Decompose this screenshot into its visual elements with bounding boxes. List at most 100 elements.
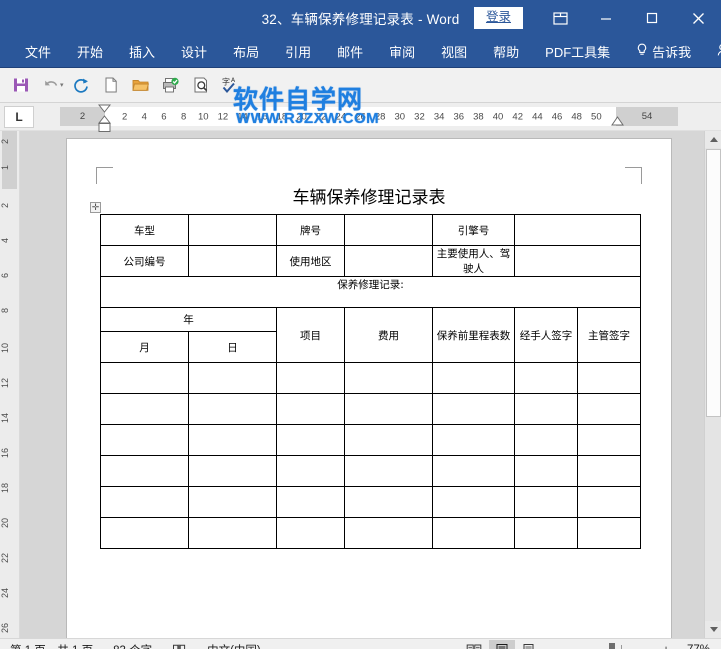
cell-day[interactable] [188, 393, 277, 425]
cell-company-no-label[interactable]: 公司编号 [100, 245, 189, 277]
cell-day[interactable] [188, 517, 277, 549]
menu-item-review[interactable]: 审阅 [376, 38, 428, 65]
cell-engine-no-label[interactable]: 引擎号 [432, 214, 515, 246]
cell-month[interactable] [100, 424, 189, 456]
cell-handler[interactable] [514, 393, 578, 425]
ribbon-display-options-icon[interactable] [537, 0, 583, 36]
menu-item-design[interactable]: 设计 [168, 38, 220, 65]
close-icon[interactable] [675, 0, 721, 36]
menu-item-layout[interactable]: 布局 [220, 38, 272, 65]
right-indent-marker[interactable] [611, 116, 624, 129]
cell-handler[interactable] [514, 455, 578, 487]
cell-vehicle-type-label[interactable]: 车型 [100, 214, 189, 246]
cell-month[interactable] [100, 362, 189, 394]
cell-mileage[interactable] [432, 393, 515, 425]
share-button[interactable]: 共享 [704, 38, 721, 65]
left-indent-marker[interactable] [98, 123, 111, 135]
cell-day[interactable] [188, 486, 277, 518]
table-row[interactable] [100, 486, 641, 518]
document-canvas[interactable]: 车辆保养修理记录表 ✛ 车型 牌号 引擎号 公司编号 使用地区 主要使用人、驾驶… [20, 131, 721, 638]
horizontal-ruler[interactable]: 2 2 4 6 8 10 12 14 16 18 20 22 24 26 28 30 32 34 36 38 40 42… [60, 104, 678, 132]
table-row[interactable]: 公司编号 使用地区 主要使用人、驾驶人 [100, 245, 641, 277]
cell-month[interactable] [100, 455, 189, 487]
proofing-icon[interactable] [162, 643, 197, 649]
cell-company-no-value[interactable] [188, 245, 277, 277]
open-folder-icon[interactable] [126, 71, 156, 99]
cell-cost[interactable] [344, 517, 433, 549]
cell-supervisor[interactable] [577, 362, 641, 394]
cell-supervisor[interactable] [577, 455, 641, 487]
cell-handler[interactable] [514, 486, 578, 518]
table-row[interactable]: 保养修理记录: [100, 276, 641, 308]
cell-cost[interactable] [344, 455, 433, 487]
menu-item-file[interactable]: 文件 [12, 38, 64, 65]
cell-handler[interactable] [514, 424, 578, 456]
zoom-slider[interactable]: − + [551, 642, 673, 649]
cell-item[interactable] [276, 424, 345, 456]
cell-item[interactable] [276, 393, 345, 425]
cell-item[interactable] [276, 455, 345, 487]
cell-region-label[interactable]: 使用地区 [276, 245, 345, 277]
maximize-icon[interactable] [629, 0, 675, 36]
menu-item-insert[interactable]: 插入 [116, 38, 168, 65]
web-layout-icon[interactable] [517, 640, 543, 649]
cell-cost[interactable] [344, 486, 433, 518]
vehicle-record-table[interactable]: 车型 牌号 引擎号 公司编号 使用地区 主要使用人、驾驶人 保养修理记录: 年 … [100, 214, 641, 549]
menu-item-help[interactable]: 帮助 [480, 38, 532, 65]
table-row-header[interactable]: 年 项目 费用 保养前里程表数 经手人签字 主管签字 [100, 307, 641, 363]
cell-item[interactable] [276, 517, 345, 549]
cell-supervisor[interactable] [577, 517, 641, 549]
zoom-level[interactable]: 77% [681, 644, 713, 649]
cell-plate-no-value[interactable] [344, 214, 433, 246]
spelling-check-icon[interactable]: 字A [216, 71, 246, 99]
cell-mileage[interactable] [432, 362, 515, 394]
sign-in-button[interactable]: 登录 [473, 7, 523, 29]
menu-item-pdf-tools[interactable]: PDF工具集 [532, 38, 623, 65]
new-document-icon[interactable] [96, 71, 126, 99]
table-row[interactable] [100, 393, 641, 425]
language-indicator[interactable]: 中文(中国) [197, 642, 271, 649]
menu-item-references[interactable]: 引用 [272, 38, 324, 65]
document-page[interactable]: 车辆保养修理记录表 ✛ 车型 牌号 引擎号 公司编号 使用地区 主要使用人、驾驶… [66, 138, 672, 638]
word-count[interactable]: 83 个字 [103, 642, 162, 649]
cell-cost[interactable] [344, 424, 433, 456]
redo-icon[interactable] [66, 71, 96, 99]
cell-main-user-label[interactable]: 主要使用人、驾驶人 [432, 245, 515, 277]
table-row[interactable] [100, 362, 641, 394]
table-row[interactable] [100, 517, 641, 549]
cell-day[interactable] [188, 424, 277, 456]
vertical-scrollbar[interactable] [704, 131, 721, 638]
cell-maintenance-notes[interactable]: 保养修理记录: [100, 276, 641, 308]
minimize-icon[interactable] [583, 0, 629, 36]
cell-cost[interactable] [344, 393, 433, 425]
scrollbar-thumb[interactable] [706, 149, 721, 417]
tell-me-button[interactable]: 告诉我 [623, 38, 704, 65]
cell-mileage[interactable] [432, 486, 515, 518]
menu-item-view[interactable]: 视图 [428, 38, 480, 65]
cell-vehicle-type-value[interactable] [188, 214, 277, 246]
cell-supervisor[interactable] [577, 486, 641, 518]
cell-main-user-value[interactable] [514, 245, 641, 277]
table-row[interactable] [100, 424, 641, 456]
cell-day[interactable] [188, 455, 277, 487]
cell-mileage[interactable] [432, 517, 515, 549]
read-mode-icon[interactable] [461, 640, 487, 649]
print-layout-icon[interactable] [489, 639, 515, 649]
cell-month[interactable] [100, 393, 189, 425]
zoom-out-button[interactable]: − [551, 642, 565, 649]
cell-supervisor[interactable] [577, 424, 641, 456]
cell-cost[interactable] [344, 362, 433, 394]
cell-plate-no-label[interactable]: 牌号 [276, 214, 345, 246]
cell-handler[interactable] [514, 362, 578, 394]
save-icon[interactable] [6, 71, 36, 99]
undo-dropdown-caret[interactable]: ▾ [60, 81, 64, 89]
cell-engine-no-value[interactable] [514, 214, 641, 246]
menu-item-home[interactable]: 开始 [64, 38, 116, 65]
cell-handler[interactable] [514, 517, 578, 549]
cell-item[interactable] [276, 362, 345, 394]
print-icon[interactable] [156, 71, 186, 99]
cell-supervisor[interactable] [577, 393, 641, 425]
page-indicator[interactable]: 第 1 页，共 1 页 [0, 642, 103, 649]
table-move-handle[interactable]: ✛ [90, 202, 101, 213]
table-row[interactable] [100, 455, 641, 487]
